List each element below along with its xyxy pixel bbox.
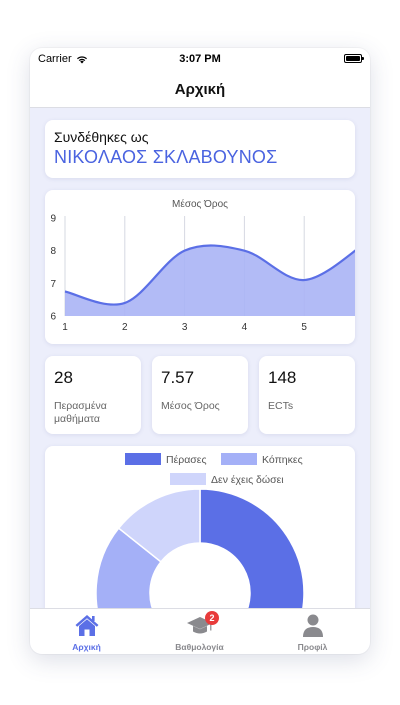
legend-label: Δεν έχεις δώσει bbox=[211, 474, 284, 486]
tab-bar: Αρχική 2 Βαθμολογία Προφίλ bbox=[30, 608, 370, 654]
x-tick-label: 4 bbox=[242, 322, 248, 333]
average-chart-card: Μέσος Όρος6789123456 bbox=[45, 190, 355, 344]
battery-icon bbox=[344, 54, 364, 63]
stat-card-average: 7.57 Μέσος Όρος bbox=[152, 356, 248, 434]
average-value: 7.57 bbox=[161, 368, 195, 387]
clock: 3:07 PM bbox=[179, 53, 221, 65]
average-line-chart: Μέσος Όρος6789123456 bbox=[50, 198, 355, 333]
logged-in-label: Συνδέθηκες ως bbox=[54, 129, 149, 145]
stat-card-ects: 148 ECTs bbox=[259, 356, 355, 434]
person-icon bbox=[302, 614, 323, 637]
chart-title: Μέσος Όρος bbox=[172, 198, 228, 210]
x-tick-label: 2 bbox=[122, 322, 128, 333]
passed-courses-label: Περασμένα μαθήματα bbox=[54, 400, 107, 425]
legend-label: Κόπηκες bbox=[262, 454, 303, 466]
status-bar: Carrier 3:07 PM bbox=[30, 48, 370, 70]
page-title: Αρχική bbox=[174, 81, 226, 98]
tab-grades-label: Βαθμολογία bbox=[175, 642, 224, 652]
passed-courses-value: 28 bbox=[54, 368, 73, 387]
y-tick-label: 6 bbox=[50, 312, 56, 323]
grades-badge: 2 bbox=[205, 611, 219, 625]
legend-swatch bbox=[170, 473, 206, 485]
stat-card-passed: 28 Περασμένα μαθήματα bbox=[45, 356, 141, 434]
tab-profile-label: Προφίλ bbox=[297, 642, 328, 652]
tab-home-label: Αρχική bbox=[72, 642, 101, 652]
x-tick-label: 5 bbox=[301, 322, 307, 333]
tab-grades[interactable]: 2 Βαθμολογία bbox=[143, 609, 256, 654]
x-tick-label: 3 bbox=[182, 322, 188, 333]
y-tick-label: 7 bbox=[50, 279, 56, 290]
y-tick-label: 9 bbox=[50, 214, 56, 225]
x-tick-label: 1 bbox=[62, 322, 68, 333]
phone-screen: Carrier 3:07 PM Αρχική Συνδέθηκες ως ΝΙΚ… bbox=[30, 48, 370, 654]
logged-in-card: Συνδέθηκες ως ΝΙΚΟΛΑΟΣ ΣΚΛΑΒΟΥΝΟΣ bbox=[45, 120, 355, 178]
home-icon bbox=[75, 615, 98, 636]
average-label: Μέσος Όρος bbox=[161, 400, 220, 412]
ects-value: 148 bbox=[268, 368, 297, 387]
tab-profile[interactable]: Προφίλ bbox=[256, 609, 369, 654]
tab-home[interactable]: Αρχική bbox=[30, 609, 143, 654]
ects-label: ECTs bbox=[268, 400, 294, 412]
y-tick-label: 8 bbox=[50, 246, 56, 257]
legend-label: Πέρασες bbox=[166, 454, 207, 466]
legend-swatch bbox=[221, 453, 257, 465]
user-name: ΝΙΚΟΛΑΟΣ ΣΚΛΑΒΟΥΝΟΣ bbox=[54, 147, 278, 167]
navigation-bar: Αρχική bbox=[30, 70, 370, 108]
legend-swatch bbox=[125, 453, 161, 465]
